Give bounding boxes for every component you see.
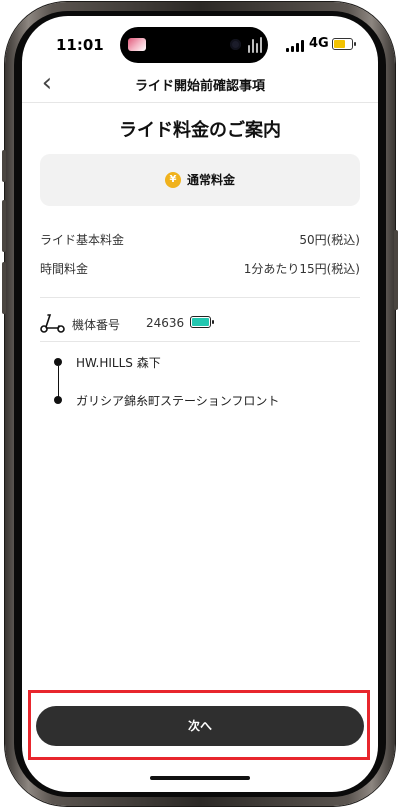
route: HW.HILLS 森下 ガリシア錦糸町ステーションフロント — [54, 354, 354, 414]
page-title: ライド開始前確認事項 — [134, 79, 265, 94]
vehicle-number: 24636 — [146, 316, 185, 330]
fee-row-base: ライド基本料金 50円(税込) — [40, 231, 360, 249]
action-button — [2, 150, 6, 182]
volume-down-button — [2, 262, 6, 314]
highlight-box — [28, 690, 370, 760]
yen-coin-icon: ¥ — [164, 171, 181, 188]
route-end: ガリシア錦糸町ステーションフロント — [76, 394, 280, 408]
audio-wave-icon — [248, 37, 262, 53]
network-type: 4G — [309, 36, 329, 51]
plan-label: 通常料金 — [186, 173, 235, 187]
section-heading: ライド料金のご案内 — [119, 120, 281, 141]
fee-label: 時間料金 — [40, 262, 89, 276]
volume-up-button — [2, 200, 6, 252]
vehicle-label: 機体番号 — [72, 318, 121, 332]
fee-value: 1分あたり15円(税込) — [243, 262, 360, 276]
app-screen: 11:01 4G ‹ ライド開始前確認事項 ライド料金のご案内 ¥ 通常料金 ライ… — [22, 16, 378, 792]
dynamic-island — [120, 27, 268, 63]
battery-icon — [332, 38, 356, 50]
battery-icon — [190, 316, 214, 328]
app-thumbnail-icon — [128, 38, 146, 51]
camera-icon — [230, 39, 241, 50]
route-end-dot — [54, 396, 62, 404]
divider — [40, 297, 360, 298]
power-button — [394, 230, 398, 310]
vehicle-info: 機体番号 24636 — [40, 312, 360, 334]
fee-label: ライド基本料金 — [40, 233, 125, 247]
status-time: 11:01 — [56, 36, 104, 54]
nav-bar: ‹ ライド開始前確認事項 — [22, 66, 378, 103]
divider — [40, 341, 360, 342]
home-indicator — [150, 776, 250, 780]
route-start: HW.HILLS 森下 — [76, 356, 161, 370]
route-line — [57, 366, 59, 400]
scooter-icon — [40, 314, 65, 333]
route-start-dot — [54, 358, 62, 366]
signal-icon — [286, 40, 304, 52]
status-bar: 11:01 4G — [22, 16, 378, 66]
plan-card: ¥ 通常料金 — [40, 154, 360, 206]
fee-row-time: 時間料金 1分あたり15円(税込) — [40, 260, 360, 278]
fee-value: 50円(税込) — [299, 233, 360, 247]
